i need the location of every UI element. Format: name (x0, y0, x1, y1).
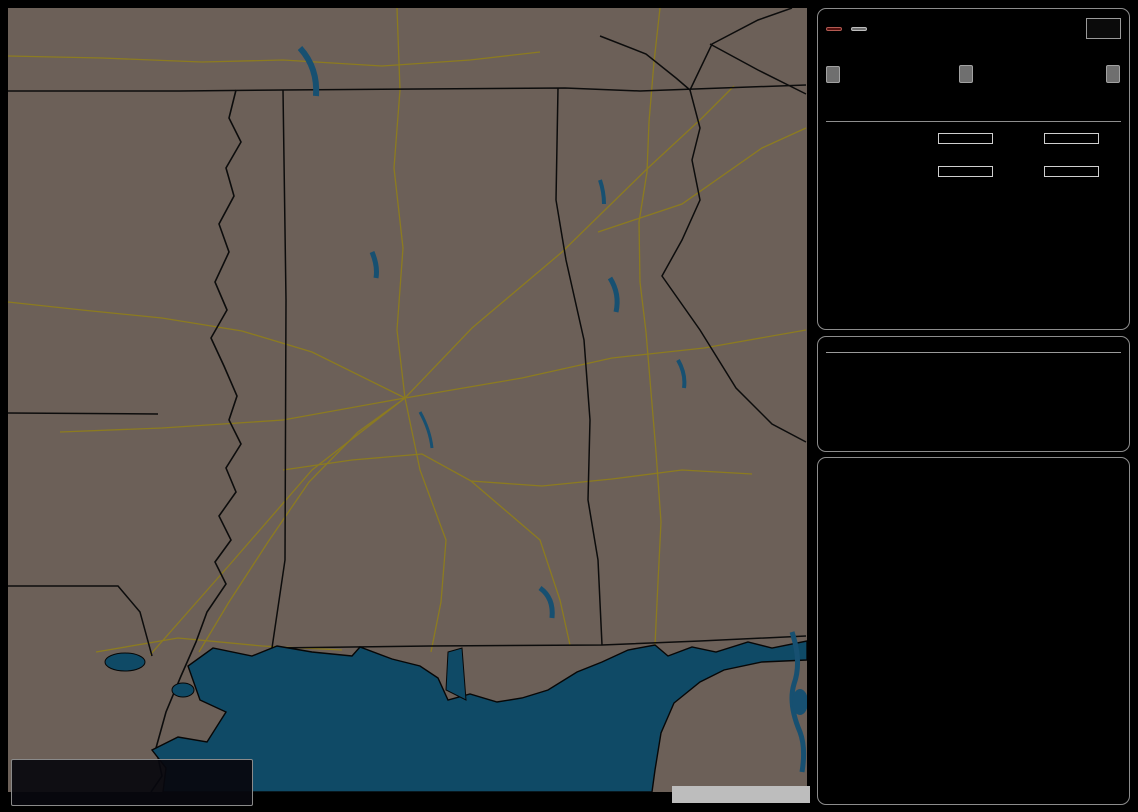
ic-negative-bar (1044, 166, 1099, 177)
strike-stats-panel (817, 8, 1130, 330)
noise-button[interactable] (851, 26, 867, 31)
distribution-title (826, 118, 1121, 122)
cg-negative-bar (1044, 133, 1099, 144)
datetime-display (826, 343, 1121, 353)
trend-panel (817, 457, 1130, 805)
lightning-map (8, 8, 807, 792)
close-per-min-button[interactable] (959, 65, 973, 83)
cg-positive-bar (938, 133, 993, 144)
strikes-per-min-button[interactable] (826, 66, 840, 83)
app-window (0, 0, 1138, 812)
strike-legend (11, 759, 253, 806)
trend-graph (820, 530, 1129, 803)
ic-positive-bar (938, 166, 993, 177)
copyright-label (672, 786, 810, 803)
map-view[interactable] (8, 8, 807, 792)
bearing-range-display (1086, 18, 1121, 39)
strike-button[interactable] (826, 26, 842, 31)
noises-per-min-button[interactable] (1106, 65, 1120, 83)
status-panel (817, 336, 1130, 452)
